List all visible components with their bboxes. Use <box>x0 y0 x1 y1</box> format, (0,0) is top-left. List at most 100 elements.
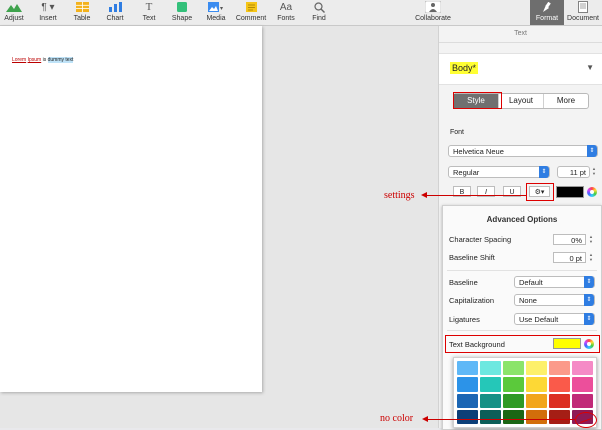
settings-button-highlight <box>526 183 554 201</box>
doc-word-ipsum: Ipsum <box>27 57 42 63</box>
toolbar-table-button[interactable]: Table <box>71 0 93 25</box>
baseline-shift-field[interactable]: 0 pt <box>553 252 586 263</box>
color-swatch[interactable] <box>503 361 524 376</box>
color-swatch[interactable] <box>480 361 501 376</box>
font-family-select[interactable]: Helvetica Neue ⇕ <box>448 145 598 157</box>
svg-text:▾: ▾ <box>220 6 223 12</box>
font-section-label: Font <box>450 129 465 136</box>
color-swatch[interactable] <box>572 377 593 392</box>
color-swatch[interactable] <box>549 361 570 376</box>
color-swatch[interactable] <box>526 361 547 376</box>
color-swatch[interactable] <box>503 393 524 408</box>
chevron-down-icon: ▼ <box>586 63 594 72</box>
adjust-icon <box>5 1 23 13</box>
doc-word-is: is <box>42 57 47 63</box>
document-text[interactable]: Lorem Ipsum is dummy text <box>12 57 74 63</box>
paragraph-style-selector[interactable]: Body* ▼ <box>439 53 602 85</box>
panel-header: Text <box>439 26 602 43</box>
format-brush-icon <box>538 1 556 13</box>
no-color-arrow <box>427 419 575 420</box>
toolbar-media-button[interactable]: ▾ Media <box>204 0 228 25</box>
color-swatch[interactable] <box>457 377 478 392</box>
font-weight-value: Regular <box>453 168 480 177</box>
style-tab-highlight <box>453 92 502 109</box>
doc-highlighted-text: dummy text <box>47 57 74 63</box>
arrow-head-icon <box>421 192 427 198</box>
font-family-value: Helvetica Neue <box>453 147 504 156</box>
tab-layout[interactable]: Layout <box>499 94 544 108</box>
baseline-label: Baseline <box>449 278 478 287</box>
baseline-shift-stepper[interactable]: ▲ ▼ <box>588 252 594 263</box>
table-icon <box>73 1 91 13</box>
toolbar-fonts-button[interactable]: Aa Fonts <box>274 0 298 25</box>
no-color-swatch[interactable] <box>575 412 597 428</box>
toolbar: Adjust ¶ ▾ Insert Table Chart T Text Sha… <box>0 0 602 26</box>
toolbar-text-button[interactable]: T Text <box>138 0 160 25</box>
font-size-field[interactable]: 11 pt <box>557 166 590 178</box>
color-swatch[interactable] <box>457 393 478 408</box>
color-swatch[interactable] <box>549 377 570 392</box>
color-swatch[interactable] <box>526 377 547 392</box>
baseline-value: Default <box>519 278 543 287</box>
character-spacing-field[interactable]: 0% <box>553 234 586 245</box>
color-swatch[interactable] <box>480 377 501 392</box>
color-swatch[interactable] <box>572 393 593 408</box>
fonts-icon: Aa <box>279 1 293 13</box>
capitalization-label: Capitalization <box>449 296 495 305</box>
toolbar-collaborate-button[interactable]: Collaborate <box>412 0 454 25</box>
tab-more[interactable]: More <box>544 94 588 108</box>
font-weight-select[interactable]: Regular ⇕ <box>448 166 550 178</box>
baseline-select[interactable]: Default ⇕ <box>514 276 595 288</box>
character-spacing-stepper[interactable]: ▲ ▼ <box>588 234 594 245</box>
toolbar-adjust-button[interactable]: Adjust <box>2 0 26 25</box>
color-swatch[interactable] <box>503 409 524 424</box>
font-size-value: 11 pt <box>569 168 586 177</box>
arrow-head-icon <box>422 416 428 422</box>
color-swatch[interactable] <box>526 393 547 408</box>
color-swatch[interactable] <box>480 409 501 424</box>
text-color-well[interactable] <box>556 186 584 198</box>
document-canvas[interactable]: Lorem Ipsum is dummy text <box>0 26 438 428</box>
character-spacing-label: Character Spacing <box>449 235 512 244</box>
comment-icon <box>242 1 260 13</box>
advanced-options-title: Advanced Options <box>486 215 558 224</box>
color-swatch[interactable] <box>526 409 547 424</box>
toolbar-chart-button[interactable]: Chart <box>104 0 126 25</box>
color-swatch[interactable] <box>457 361 478 376</box>
color-swatch[interactable] <box>572 361 593 376</box>
settings-arrow <box>426 195 526 196</box>
text-background-highlight <box>445 335 600 353</box>
color-swatch[interactable] <box>480 393 501 408</box>
toolbar-document-button[interactable]: Document <box>565 0 601 25</box>
color-swatch[interactable] <box>549 409 570 424</box>
shape-icon <box>173 1 191 13</box>
select-arrows-icon: ⇕ <box>584 276 594 288</box>
capitalization-select[interactable]: None ⇕ <box>514 294 595 306</box>
text-icon: T <box>145 1 153 13</box>
color-swatch[interactable] <box>549 393 570 408</box>
collaborate-icon <box>424 1 442 13</box>
select-arrows-icon: ⇕ <box>584 313 594 325</box>
find-icon <box>310 1 328 13</box>
color-wheel-icon[interactable] <box>587 187 597 197</box>
capitalization-value: None <box>519 296 537 305</box>
insert-paragraph-icon: ¶ ▾ <box>41 1 55 13</box>
ligatures-value: Use Default <box>519 315 559 324</box>
toolbar-insert-button[interactable]: ¶ ▾ Insert <box>35 0 61 25</box>
toolbar-comment-button[interactable]: Comment <box>235 0 267 25</box>
divider <box>447 270 597 271</box>
media-icon: ▾ <box>207 1 225 13</box>
toolbar-find-button[interactable]: Find <box>308 0 330 25</box>
document-page[interactable]: Lorem Ipsum is dummy text <box>0 26 262 392</box>
color-swatch[interactable] <box>457 409 478 424</box>
document-icon <box>574 1 592 13</box>
font-size-stepper[interactable]: ▲ ▼ <box>591 166 597 177</box>
ligatures-select[interactable]: Use Default ⇕ <box>514 313 595 325</box>
color-swatch[interactable] <box>503 377 524 392</box>
divider <box>447 330 597 331</box>
toolbar-format-button[interactable]: Format <box>530 0 564 25</box>
chart-icon <box>106 1 124 13</box>
doc-word-lorem: Lorem <box>12 57 27 63</box>
toolbar-shape-button[interactable]: Shape <box>170 0 194 25</box>
ligatures-label: Ligatures <box>449 315 480 324</box>
